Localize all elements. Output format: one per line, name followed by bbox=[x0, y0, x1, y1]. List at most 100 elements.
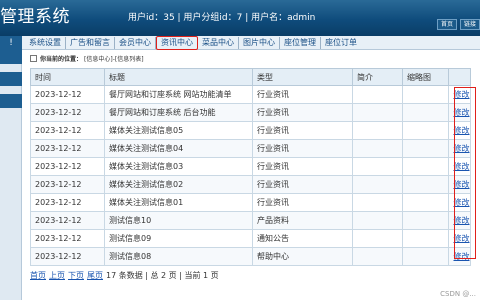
cell-intro bbox=[352, 247, 403, 266]
breadcrumb: 你当前的位置： [信息中心]-[信息列表] bbox=[30, 52, 480, 64]
sidebar-item[interactable] bbox=[0, 50, 22, 64]
table-row: 2023-12-12 媒体关注测试信息05 行业资讯 修改 bbox=[30, 121, 471, 140]
pagination: 首页 上页 下页 尾页 17 条数据 | 总 2 页 | 当前 1 页 bbox=[30, 270, 219, 281]
cell-title: 测试信息08 bbox=[104, 247, 253, 266]
nav-members[interactable]: 会员中心 bbox=[115, 37, 156, 49]
col-thumb: 缩略图 bbox=[402, 68, 449, 86]
cell-type: 行业资讯 bbox=[252, 157, 353, 176]
cell-type: 通知公告 bbox=[252, 229, 353, 248]
nav-news[interactable]: 资讯中心 bbox=[156, 36, 198, 50]
table-row: 2023-12-12 媒体关注测试信息01 行业资讯 修改 bbox=[30, 193, 471, 212]
top-nav: ! 系统设置 广告和留言 会员中心 资讯中心 菜品中心 图片中心 座位管理 座位… bbox=[0, 36, 480, 50]
cell-intro bbox=[352, 121, 403, 140]
nav-images[interactable]: 图片中心 bbox=[239, 37, 280, 49]
cell-type: 行业资讯 bbox=[252, 85, 353, 104]
cell-time: 2023-12-12 bbox=[30, 85, 105, 104]
cell-thumb bbox=[402, 193, 449, 212]
cell-intro bbox=[352, 211, 403, 230]
cell-type: 行业资讯 bbox=[252, 175, 353, 194]
cell-title: 媒体关注测试信息05 bbox=[104, 121, 253, 140]
app-root: 管理系统 用户id：35 | 用户分组id：7 | 用户名：admin 首页 链… bbox=[0, 0, 480, 300]
cell-title: 媒体关注测试信息01 bbox=[104, 193, 253, 212]
first-page-link[interactable]: 首页 bbox=[30, 270, 46, 281]
home-link[interactable]: 首页 bbox=[436, 19, 457, 30]
cell-intro bbox=[352, 103, 403, 122]
table-row: 2023-12-12 媒体关注测试信息03 行业资讯 修改 bbox=[30, 157, 471, 176]
cell-type: 产品资料 bbox=[252, 211, 353, 230]
cell-intro bbox=[352, 157, 403, 176]
news-table: 时间 标题 类型 简介 缩略图 2023-12-12 餐厅网站和订座系统 网站功能… bbox=[30, 68, 471, 266]
header: 管理系统 用户id：35 | 用户分组id：7 | 用户名：admin 首页 链… bbox=[0, 0, 480, 36]
extra-link[interactable]: 链接 bbox=[459, 19, 480, 30]
cell-time: 2023-12-12 bbox=[30, 139, 105, 158]
cell-title: 媒体关注测试信息04 bbox=[104, 139, 253, 158]
main-content: 你当前的位置： [信息中心]-[信息列表] 时间 标题 类型 简介 缩略图 20… bbox=[30, 52, 480, 300]
table-row: 2023-12-12 媒体关注测试信息02 行业资讯 修改 bbox=[30, 175, 471, 194]
cell-time: 2023-12-12 bbox=[30, 103, 105, 122]
cell-time: 2023-12-12 bbox=[30, 229, 105, 248]
menu-toggle-icon[interactable]: ! bbox=[0, 36, 22, 50]
cell-type: 帮助中心 bbox=[252, 247, 353, 266]
cell-time: 2023-12-12 bbox=[30, 175, 105, 194]
cell-thumb bbox=[402, 85, 449, 104]
nav-dishes[interactable]: 菜品中心 bbox=[198, 37, 239, 49]
cell-thumb bbox=[402, 139, 449, 158]
last-page-link[interactable]: 尾页 bbox=[87, 270, 103, 281]
cell-title: 媒体关注测试信息02 bbox=[104, 175, 253, 194]
edit-highlight-box bbox=[454, 87, 476, 259]
col-title: 标题 bbox=[104, 68, 253, 86]
cell-time: 2023-12-12 bbox=[30, 247, 105, 266]
cell-title: 餐厅网站和订座系统 后台功能 bbox=[104, 103, 253, 122]
sidebar-item[interactable] bbox=[0, 72, 22, 86]
table-row: 2023-12-12 测试信息08 帮助中心 修改 bbox=[30, 247, 471, 266]
location-icon bbox=[30, 54, 37, 62]
cell-type: 行业资讯 bbox=[252, 193, 353, 212]
sidebar-item[interactable] bbox=[0, 94, 22, 108]
cell-thumb bbox=[402, 211, 449, 230]
cell-thumb bbox=[402, 157, 449, 176]
cell-type: 行业资讯 bbox=[252, 103, 353, 122]
breadcrumb-label: 你当前的位置： bbox=[40, 55, 83, 63]
next-page-link[interactable]: 下页 bbox=[68, 270, 84, 281]
prev-page-link[interactable]: 上页 bbox=[49, 270, 65, 281]
cell-thumb bbox=[402, 121, 449, 140]
app-title: 管理系统 bbox=[0, 7, 70, 27]
sidebar bbox=[0, 50, 22, 300]
cell-intro bbox=[352, 175, 403, 194]
col-time: 时间 bbox=[30, 68, 105, 86]
nav-system-settings[interactable]: 系统设置 bbox=[25, 37, 66, 49]
col-type: 类型 bbox=[252, 68, 353, 86]
table-row: 2023-12-12 餐厅网站和订座系统 后台功能 行业资讯 修改 bbox=[30, 103, 471, 122]
cell-type: 行业资讯 bbox=[252, 139, 353, 158]
cell-thumb bbox=[402, 247, 449, 266]
cell-time: 2023-12-12 bbox=[30, 157, 105, 176]
table-row: 2023-12-12 餐厅网站和订座系统 网站功能清单 行业资讯 修改 bbox=[30, 85, 471, 104]
nav-seats[interactable]: 座位管理 bbox=[280, 37, 321, 49]
cell-intro bbox=[352, 139, 403, 158]
table-row: 2023-12-12 测试信息09 通知公告 修改 bbox=[30, 229, 471, 248]
watermark: CSDN @... bbox=[440, 290, 476, 298]
cell-title: 媒体关注测试信息03 bbox=[104, 157, 253, 176]
cell-intro bbox=[352, 193, 403, 212]
cell-title: 测试信息09 bbox=[104, 229, 253, 248]
user-info: 用户id：35 | 用户分组id：7 | 用户名：admin bbox=[128, 13, 316, 23]
pagination-summary: 17 条数据 | 总 2 页 | 当前 1 页 bbox=[106, 271, 219, 280]
col-actions bbox=[448, 68, 471, 86]
cell-time: 2023-12-12 bbox=[30, 211, 105, 230]
cell-time: 2023-12-12 bbox=[30, 193, 105, 212]
table-body: 2023-12-12 餐厅网站和订座系统 网站功能清单 行业资讯 修改 2023-12-… bbox=[30, 85, 471, 266]
nav-ads-messages[interactable]: 广告和留言 bbox=[66, 37, 115, 49]
cell-thumb bbox=[402, 175, 449, 194]
header-links: 首页 链接 bbox=[436, 19, 480, 30]
nav-items: 系统设置 广告和留言 会员中心 资讯中心 菜品中心 图片中心 座位管理 座位订单 bbox=[25, 36, 361, 50]
cell-thumb bbox=[402, 103, 449, 122]
table-row: 2023-12-12 媒体关注测试信息04 行业资讯 修改 bbox=[30, 139, 471, 158]
cell-type: 行业资讯 bbox=[252, 121, 353, 140]
breadcrumb-path: [信息中心]-[信息列表] bbox=[84, 55, 144, 63]
cell-intro bbox=[352, 229, 403, 248]
cell-time: 2023-12-12 bbox=[30, 121, 105, 140]
col-intro: 简介 bbox=[352, 68, 403, 86]
table-header: 时间 标题 类型 简介 缩略图 bbox=[30, 68, 471, 86]
cell-intro bbox=[352, 85, 403, 104]
nav-seat-orders[interactable]: 座位订单 bbox=[321, 37, 361, 49]
